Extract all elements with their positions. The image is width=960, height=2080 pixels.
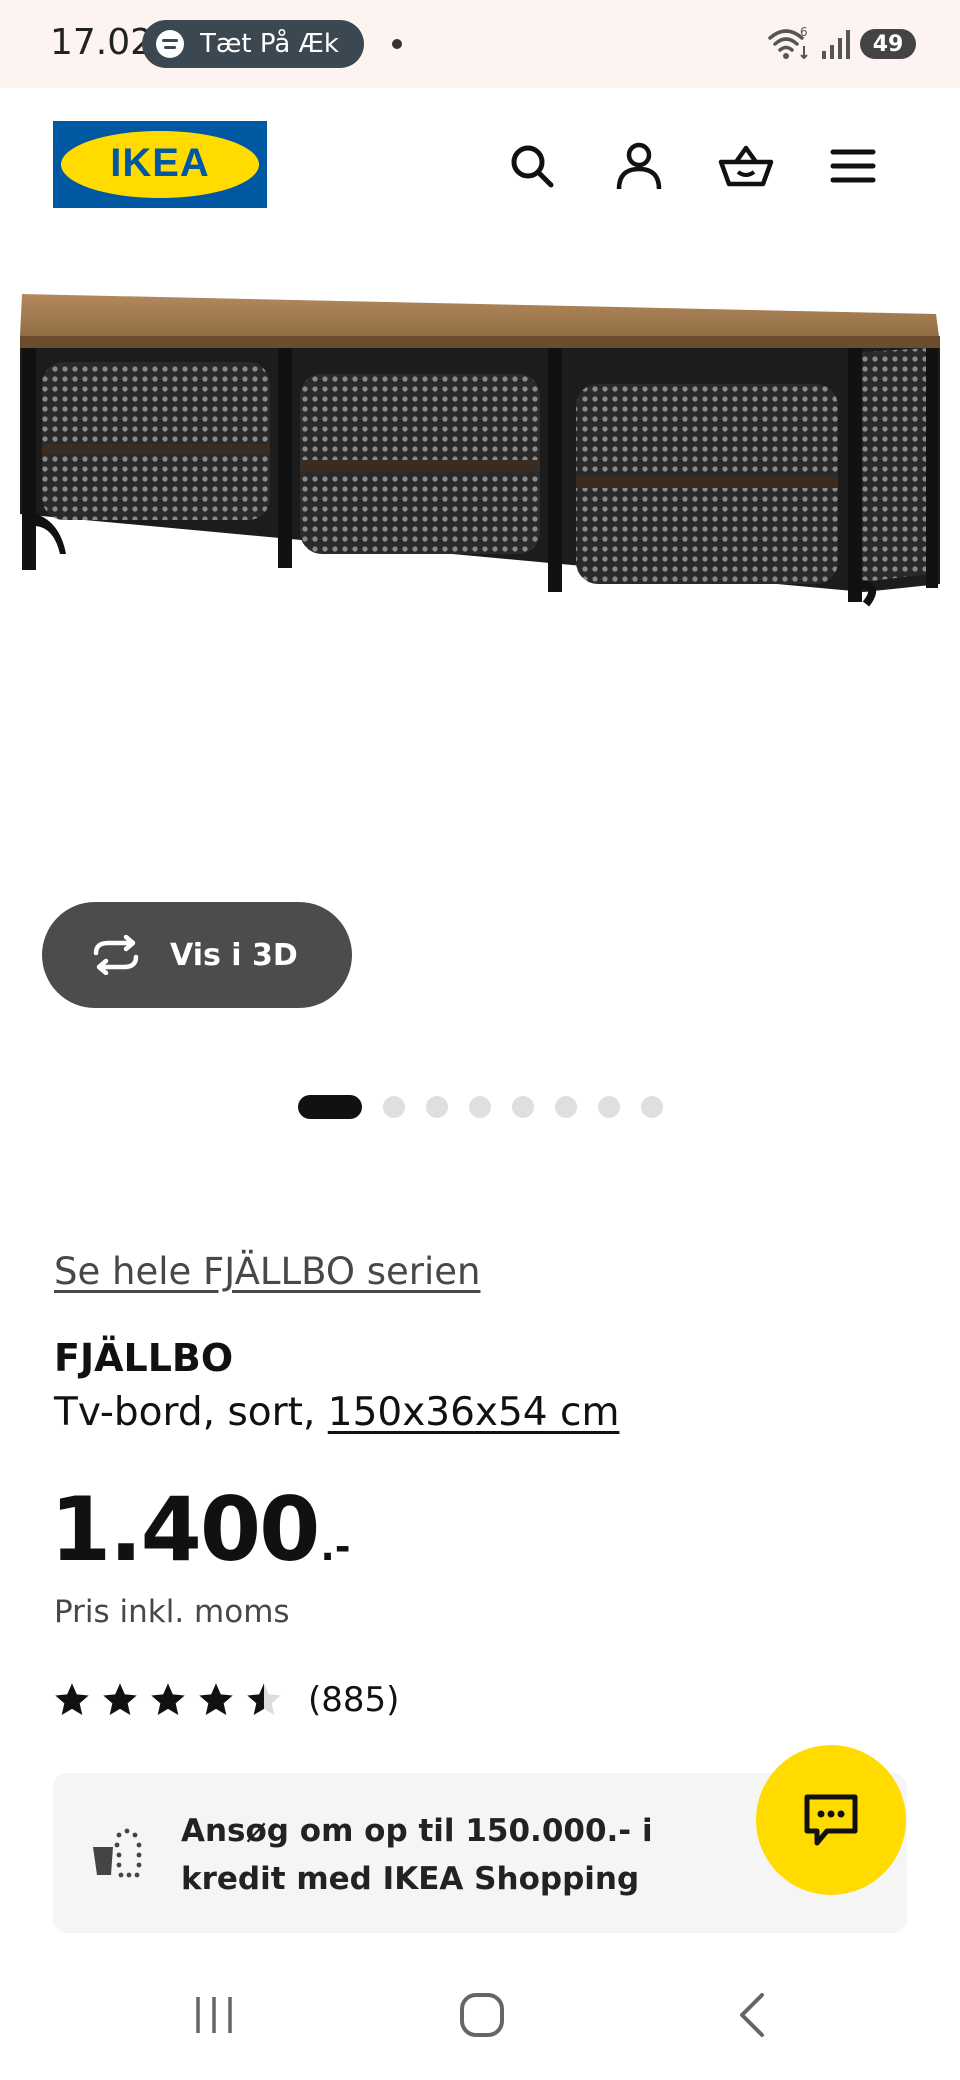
carousel-dot-6[interactable] [555, 1096, 577, 1118]
status-icons: 6 49 [766, 24, 916, 64]
carousel-dot-3[interactable] [426, 1096, 448, 1118]
home-button[interactable] [442, 1980, 522, 2050]
notification-dot [392, 39, 402, 49]
status-time: 17.02 [50, 22, 154, 63]
carousel-dot-7[interactable] [598, 1096, 620, 1118]
home-icon [460, 1993, 504, 2037]
status-bar: 17.02 Tæt På Æk 6 49 [0, 0, 960, 88]
price-main: 1.400 [50, 1478, 320, 1581]
spotify-icon [156, 30, 184, 58]
recent-apps-button[interactable] [174, 1980, 254, 2050]
battery-indicator: 49 [860, 29, 916, 59]
account-button[interactable] [611, 138, 667, 194]
dimensions-link[interactable]: 150x36x54 cm [328, 1390, 620, 1435]
product-name: FJÄLLBO [54, 1336, 234, 1380]
product-image[interactable] [0, 244, 960, 844]
star-icon [151, 1683, 185, 1715]
credit-banner-text: Ansøg om op til 150.000.- i kredit med I… [181, 1813, 653, 1897]
media-pill[interactable]: Tæt På Æk [142, 20, 364, 68]
star-icon [103, 1683, 137, 1715]
product-price: 1.400.- [50, 1478, 351, 1581]
svg-text:6: 6 [800, 25, 808, 39]
ikea-shopping-bag-icon [93, 1828, 142, 1878]
site-header: IKEA [0, 88, 960, 244]
price-suffix: .- [320, 1525, 351, 1569]
media-pill-text: Tæt På Æk [200, 29, 339, 59]
vat-note: Pris inkl. moms [54, 1594, 290, 1630]
account-icon [616, 142, 662, 190]
logo-text: IKEA [110, 141, 210, 185]
menu-icon [830, 149, 876, 183]
back-button[interactable] [712, 1980, 792, 2050]
star-icon [199, 1683, 233, 1715]
view-3d-button[interactable]: Vis i 3D [42, 902, 352, 1008]
view-3d-label: Vis i 3D [170, 937, 298, 973]
search-button[interactable] [504, 138, 560, 194]
product-description: Tv-bord, sort, 150x36x54 cm [54, 1390, 619, 1435]
carousel-dot-8[interactable] [641, 1096, 663, 1118]
menu-button[interactable] [825, 138, 881, 194]
star-icon [55, 1683, 89, 1715]
chat-icon [804, 1794, 858, 1846]
search-icon [511, 145, 554, 188]
carousel-dot-5[interactable] [512, 1096, 534, 1118]
series-link[interactable]: Se hele FJÄLLBO serien [54, 1250, 480, 1293]
carousel-dot-4[interactable] [469, 1096, 491, 1118]
rating-stars [52, 1680, 284, 1720]
recent-apps-icon [196, 1997, 232, 2033]
half-star-icon [247, 1683, 281, 1715]
back-icon [740, 1993, 764, 2037]
chat-button[interactable] [756, 1745, 906, 1895]
system-nav-bar [0, 1950, 960, 2080]
ikea-logo[interactable]: IKEA [53, 121, 267, 208]
rating[interactable]: (885) [52, 1676, 399, 1724]
basket-icon [718, 145, 774, 187]
basket-button[interactable] [718, 138, 774, 194]
carousel-dot-2[interactable] [383, 1096, 405, 1118]
carousel-dot-1[interactable] [298, 1095, 362, 1119]
product-type-text: Tv-bord, sort, [54, 1390, 328, 1435]
carousel-indicators [0, 1094, 960, 1119]
rotate-3d-icon [93, 935, 139, 975]
signal-icon [822, 30, 850, 59]
wifi-icon: 6 [768, 25, 808, 60]
review-count: (885) [308, 1680, 400, 1720]
